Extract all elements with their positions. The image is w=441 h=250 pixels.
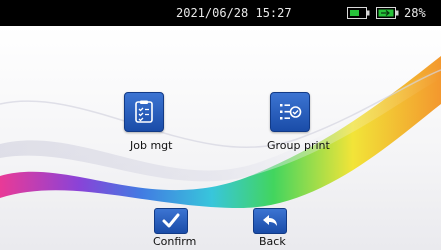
job-mgt-label: Job mgt: [130, 139, 173, 152]
battery-percent: 28%: [404, 6, 426, 20]
back-button[interactable]: [253, 208, 287, 234]
list-check-icon: [280, 104, 302, 120]
back-label: Back: [259, 235, 286, 248]
main-screen: Job mgt Group print Confirm Back: [0, 26, 441, 250]
battery-icon: [347, 7, 370, 19]
confirm-button[interactable]: [154, 208, 188, 234]
job-mgt-button[interactable]: [124, 92, 164, 132]
clipboard-checklist-icon: [135, 100, 153, 123]
confirm-label: Confirm: [153, 235, 197, 248]
rainbow-wave-background: [0, 56, 441, 208]
status-bar: 2021/06/28 15:27 28%: [0, 0, 441, 26]
charging-battery-icon: [376, 7, 399, 19]
group-print-label: Group print: [267, 139, 330, 152]
group-print-button[interactable]: [270, 92, 310, 132]
checkmark-icon: [162, 213, 180, 228]
back-arrow-icon: [263, 215, 277, 226]
datetime: 2021/06/28 15:27: [176, 6, 292, 20]
